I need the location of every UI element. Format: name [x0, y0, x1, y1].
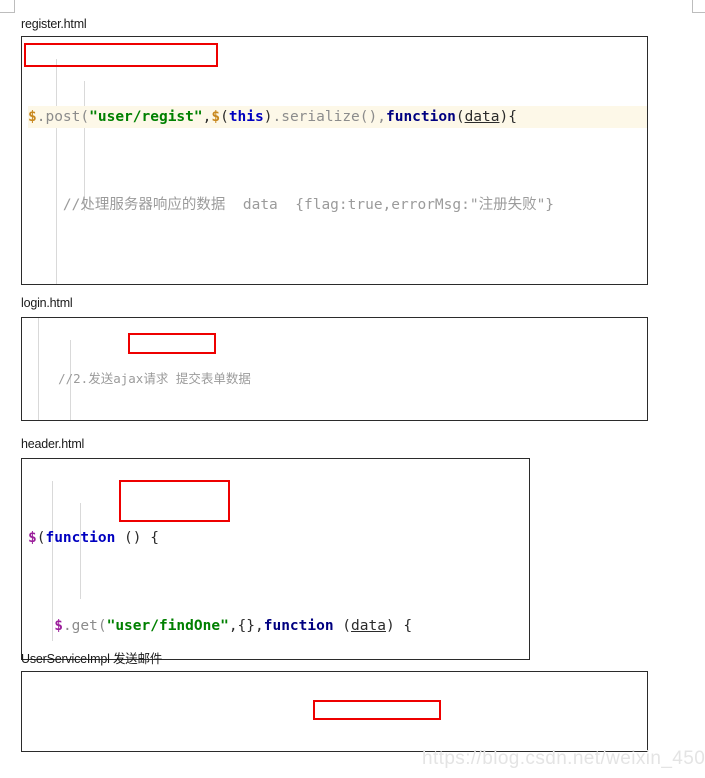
code-pane-register-html: $.post("user/regist",$(this).serialize()… — [21, 36, 648, 285]
token-braces: ,{}, — [228, 618, 264, 634]
code-line: //2.发送ajax请求 提交表单数据 — [28, 369, 647, 388]
code-block-login-html: //2.发送ajax请求 提交表单数据 $.post("user/login",… — [22, 318, 647, 420]
code-block-userserviceimpl: //3.激活邮件发送, 邮件正文? String content="<a hre… — [22, 672, 647, 751]
caption-header-html: header.html — [21, 437, 85, 451]
code-line: $.post("user/regist",$(this).serialize()… — [28, 106, 647, 128]
token-string-url: "user/regist" — [89, 109, 203, 125]
token-rest: () { — [115, 530, 159, 546]
page-corner-mark-topleft — [0, 0, 15, 13]
token-dollar: $ — [28, 109, 37, 125]
token-dollar: $ — [211, 109, 221, 125]
token-method: .post( — [36, 109, 90, 125]
code-block-register-html: $.post("user/regist",$(this).serialize()… — [22, 37, 647, 284]
page-corner-mark-topright — [692, 0, 705, 13]
token-dollar: $ — [54, 618, 63, 634]
token-comment-json: {flag:true,errorMsg:"注册失败"} — [295, 197, 555, 213]
token-function: function — [263, 618, 334, 634]
code-line: //处理服务器响应的数据 data {flag:true,errorMsg:"注… — [28, 194, 647, 216]
code-pane-header-html: $(function () { $.get("user/findOne",{},… — [21, 458, 530, 660]
token-comment: //处理服务器响应的数据 — [62, 197, 226, 213]
token-param-data: data — [464, 109, 500, 125]
code-pane-login-html: //2.发送ajax请求 提交表单数据 $.post("user/login",… — [21, 317, 648, 421]
token-this: this — [228, 109, 264, 125]
token-paren: ( — [220, 109, 229, 125]
token-param-data: data — [351, 618, 386, 634]
token-comment-data: data — [242, 197, 278, 213]
token-comment: //2.发送ajax请求 提交表单数据 — [58, 371, 251, 386]
token-function: function — [45, 530, 116, 546]
token-method: .get( — [62, 618, 107, 634]
token-function: function — [385, 109, 456, 125]
code-block-header-html: $(function () { $.get("user/findOne",{},… — [22, 459, 529, 659]
token-serialize: .serialize(), — [272, 109, 386, 125]
code-pane-userserviceimpl: //3.激活邮件发送, 邮件正文? String content="<a hre… — [21, 671, 648, 752]
token-paren: ){ — [499, 109, 517, 125]
caption-register-html: register.html — [21, 17, 87, 31]
caption-userserviceimpl: UserServiceImpl 发送邮件 — [21, 652, 163, 666]
token-string-url: "user/findOne" — [106, 618, 229, 634]
caption-login-html: login.html — [21, 296, 73, 310]
code-line: $(function () { — [28, 527, 529, 549]
token-paren: ) { — [385, 618, 413, 634]
token-paren: ( — [455, 109, 465, 125]
token-space: ( — [333, 618, 352, 634]
watermark-url: https://blog.csdn.net/weixin_45014721 — [422, 748, 705, 769]
code-line: $.get("user/findOne",{},function (data) … — [28, 615, 529, 637]
token-dollar: $ — [28, 530, 37, 546]
